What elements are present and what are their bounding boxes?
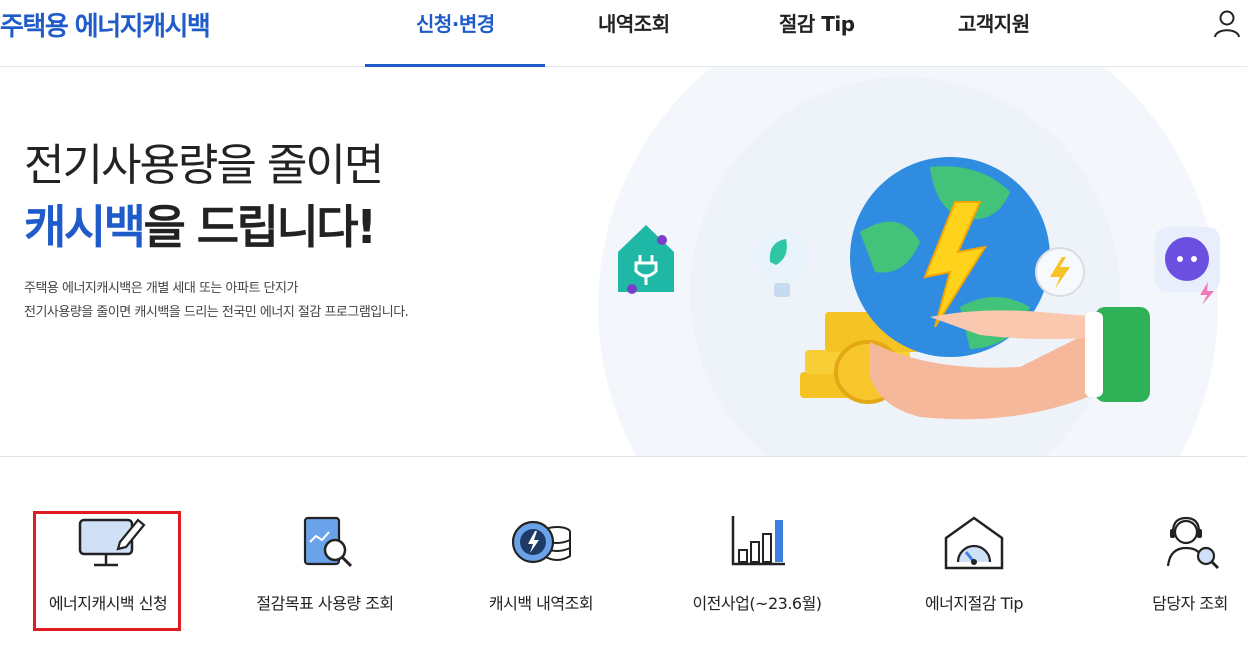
quick-item-saving-tip[interactable]: 에너지절감 Tip [874, 512, 1074, 614]
nav-saving-tip[interactable]: 절감 Tip [779, 8, 855, 67]
hero-illustration [618, 157, 1220, 420]
hero-description: 주택용 에너지캐시백은 개별 세대 또는 아파트 단지가 전기사용량을 줄이면 … [24, 277, 409, 325]
smart-plug-icon [1155, 227, 1220, 305]
site-header: 주택용 에너지캐시백 신청·변경 내역조회 절감 Tip 고객지원 [0, 0, 1247, 67]
quick-item-target-usage[interactable]: 절감목표 사용량 조회 [225, 512, 425, 614]
quick-item-cashback-history[interactable]: 캐시백 내역조회 [441, 512, 641, 614]
hero-title-line1: 전기사용량을 줄이면 [24, 140, 384, 191]
quick-item-staff-lookup[interactable]: 담당자 조회 [1090, 512, 1247, 614]
site-logo[interactable]: 주택용 에너지캐시백 [0, 6, 211, 43]
quick-menu: 에너지캐시백 신청 절감목표 사용량 조회 캐시백 내역조회 이전사업(~23.… [0, 457, 1247, 661]
bar-chart-icon [731, 516, 785, 566]
quick-label: 에너지절감 Tip [924, 594, 1024, 613]
quick-label: 이전사업(~23.6월) [692, 594, 822, 613]
hero-title-accent: 캐시백 [24, 200, 146, 254]
smart-home-plug-icon [618, 225, 674, 294]
hero-desc-line1: 주택용 에너지캐시백은 개별 세대 또는 아파트 단지가 [24, 281, 298, 296]
hero-title-line2: 캐시백을 드립니다! [24, 191, 377, 257]
selection-highlight-box [33, 511, 181, 631]
nav-apply-change[interactable]: 신청·변경 [416, 8, 495, 67]
hero-banner: 전기사용량을 줄이면 캐시백을 드립니다! 주택용 에너지캐시백은 개별 세대 … [0, 67, 1247, 457]
quick-label: 캐시백 내역조회 [488, 594, 594, 613]
lightning-circle-icon [1035, 247, 1085, 297]
nav-history[interactable]: 내역조회 [598, 8, 670, 67]
user-icon[interactable] [1212, 8, 1242, 38]
quick-label: 절감목표 사용량 조회 [256, 594, 394, 613]
nav-support[interactable]: 고객지원 [958, 8, 1030, 67]
quick-item-previous-program[interactable]: 이전사업(~23.6월) [657, 512, 857, 614]
hero-title-rest: 을 드립니다! [143, 200, 377, 254]
quick-label: 담당자 조회 [1152, 594, 1228, 613]
eco-bulb-icon [755, 230, 809, 297]
energy-coin-icon [511, 520, 571, 564]
house-gauge-icon [944, 516, 1004, 570]
document-search-icon [303, 516, 353, 568]
hero-desc-line2: 전기사용량을 줄이면 캐시백을 드리는 전국민 에너지 절감 프로그램입니다. [24, 305, 409, 320]
support-agent-icon [1166, 516, 1219, 569]
